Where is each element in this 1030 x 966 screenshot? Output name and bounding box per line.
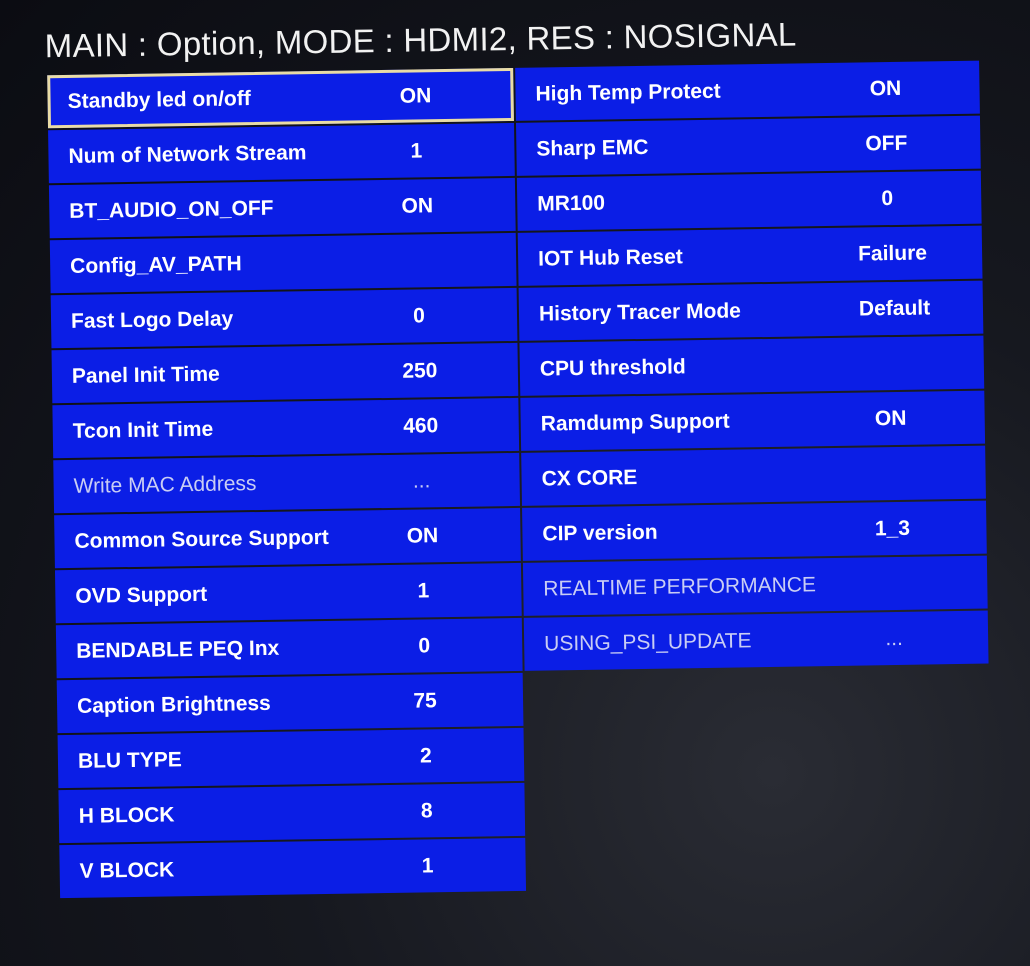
menu-item-label: High Temp Protect	[535, 79, 721, 106]
menu-item-ramdump-support[interactable]: Ramdump Support ON	[520, 390, 986, 451]
menu-item-realtime-performance[interactable]: REALTIME PERFORMANCE	[522, 555, 988, 616]
menu-item-value: ON	[399, 83, 432, 108]
menu-item-label: CIP version	[542, 520, 658, 546]
menu-item-common-source-support[interactable]: Common Source Support ON	[54, 507, 521, 569]
menu-item-standby-led[interactable]: Standby led on/off ON	[47, 67, 514, 129]
menu-item-label: Common Source Support	[74, 525, 329, 553]
menu-item-caption-brightness[interactable]: Caption Brightness 75	[56, 672, 524, 734]
menu-item-ovd-support[interactable]: OVD Support 1	[54, 562, 522, 624]
menu-item-bendable-peq-inx[interactable]: BENDABLE PEQ Inx 0	[55, 617, 523, 679]
menu-item-value: 0	[412, 303, 426, 328]
menu-item-label: Fast Logo Delay	[70, 306, 234, 333]
menu-item-cx-core[interactable]: CX CORE	[521, 445, 986, 506]
menu-item-value: 0	[418, 633, 431, 658]
menu-item-value: 75	[413, 688, 437, 713]
menu-item-value	[398, 261, 438, 262]
menu-item-value: Failure	[857, 240, 928, 266]
service-menu: MAIN : Option, MODE : HDMI2, RES : NOSIG…	[0, 0, 1030, 966]
menu-item-value: 1	[421, 853, 434, 877]
menu-item-value: OFF	[865, 131, 908, 155]
menu-item-panel-init-time[interactable]: Panel Init Time 250	[51, 342, 519, 404]
menu-item-label: Standby led on/off	[67, 86, 251, 113]
menu-item-value	[863, 583, 923, 584]
menu-item-num-network-stream[interactable]: Num of Network Stream 1	[48, 122, 515, 184]
right-option-list: High Temp Protect ON Sharp EMC OFF MR100 0 …	[515, 60, 989, 671]
left-option-list: Standby led on/off ON Num of Network Stre…	[47, 67, 527, 899]
menu-item-label: BENDABLE PEQ Inx	[76, 636, 280, 663]
menu-item-label: BT_AUDIO_ON_OFF	[69, 196, 274, 223]
menu-item-blu-type[interactable]: BLU TYPE 2	[57, 727, 525, 789]
menu-item-v-block[interactable]: V BLOCK 1	[59, 837, 527, 899]
menu-item-value: ON	[869, 76, 902, 100]
menu-item-write-mac-address[interactable]: Write MAC Address...	[53, 452, 521, 514]
menu-item-label: MR100	[537, 191, 606, 216]
menu-item-bt-audio[interactable]: BT_AUDIO_ON_OFF ON	[48, 177, 516, 239]
menu-item-label: Write MAC Address	[73, 471, 257, 498]
menu-item-label: CPU threshold	[539, 354, 686, 381]
menu-item-value: 460	[403, 413, 439, 438]
menu-item-value: ON	[406, 523, 439, 548]
menu-item-label: IOT Hub Reset	[537, 244, 683, 271]
menu-item-value: 1_3	[874, 516, 911, 540]
menu-item-fast-logo-delay[interactable]: Fast Logo Delay 0	[50, 287, 518, 349]
menu-item-value: 1	[417, 578, 430, 603]
menu-item-cip-version[interactable]: CIP version 1_3	[522, 500, 987, 561]
menu-item-label: History Tracer Mode	[538, 298, 742, 326]
menu-item-label: Ramdump Support	[540, 409, 730, 436]
menu-item-label: CX CORE	[541, 465, 638, 491]
menu-item-value: ON	[874, 406, 907, 430]
menu-item-label: Caption Brightness	[76, 691, 271, 718]
menu-item-label: USING_PSI_UPDATE	[543, 628, 752, 656]
menu-item-high-temp-protect[interactable]: High Temp Protect ON	[515, 60, 980, 121]
menu-item-label: Num of Network Stream	[68, 140, 307, 168]
menu-item-value: 250	[402, 358, 438, 383]
menu-item-label: Tcon Init Time	[72, 417, 214, 443]
menu-item-value	[862, 473, 922, 474]
menu-item-mr100[interactable]: MR100 0	[516, 170, 982, 231]
menu-item-label: Sharp EMC	[536, 135, 649, 161]
menu-item-value: 2	[419, 743, 432, 767]
menu-item-value: 8	[420, 798, 433, 822]
menu-item-label: BLU TYPE	[77, 747, 182, 773]
menu-item-label: H BLOCK	[78, 802, 175, 828]
menu-item-history-tracer-mode[interactable]: History Tracer Mode Default	[518, 280, 984, 341]
menu-item-label: V BLOCK	[79, 857, 175, 883]
menu-item-value: Default	[858, 295, 931, 321]
menu-item-value: ...	[885, 626, 904, 650]
menu-item-value	[860, 363, 920, 364]
menu-item-using-psi-update[interactable]: USING_PSI_UPDATE...	[523, 610, 989, 671]
menu-item-sharp-emc[interactable]: Sharp EMC OFF	[515, 115, 981, 176]
menu-item-value: ON	[401, 193, 434, 218]
menu-item-value: 0	[881, 186, 894, 210]
menu-item-label: Config_AV_PATH	[70, 251, 242, 278]
menu-item-config-av-path[interactable]: Config_AV_PATH	[49, 232, 517, 294]
menu-item-cpu-threshold[interactable]: CPU threshold	[519, 335, 985, 396]
menu-item-value: 1	[410, 138, 423, 163]
menu-item-tcon-init-time[interactable]: Tcon Init Time 460	[52, 397, 520, 459]
menu-item-label: OVD Support	[75, 582, 208, 608]
page-title: MAIN : Option, MODE : HDMI2, RES : NOSIG…	[44, 15, 797, 65]
menu-item-label: Panel Init Time	[71, 362, 220, 388]
menu-item-label: REALTIME PERFORMANCE	[543, 572, 817, 601]
menu-item-iot-hub-reset[interactable]: IOT Hub Reset Failure	[517, 225, 983, 286]
menu-item-value: ...	[412, 468, 431, 493]
menu-item-h-block[interactable]: H BLOCK 8	[58, 782, 526, 844]
